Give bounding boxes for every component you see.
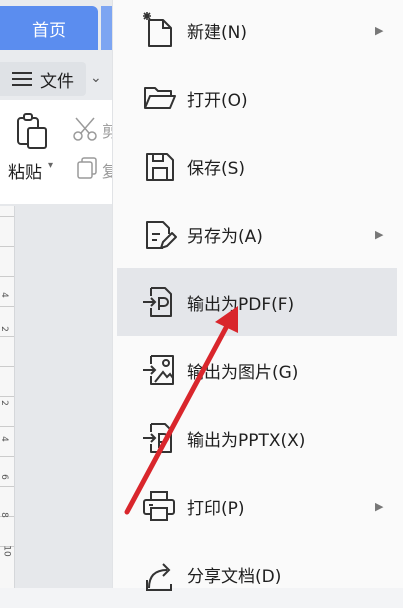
tab-partial[interactable] [101,6,112,50]
save-as-icon [146,221,177,249]
paste-button[interactable]: 粘贴 [8,158,42,183]
ruler-tick: 6 [0,474,9,480]
menu-item-label: 另存为(A) [187,226,263,247]
export-pptx-icon [143,423,172,453]
ruler-tick: 4 [0,292,9,298]
chevron-right-icon: ▶ [375,499,384,513]
menu-item-label: 打印(P) [187,498,245,519]
ruler-tick: 4 [0,436,9,442]
new-file-icon [143,12,172,47]
menu-item-export-pptx[interactable]: 输出为PPTX(X) [117,404,397,472]
menu-item-export-image[interactable]: 输出为图片(G) [117,336,397,404]
save-icon [146,153,174,181]
printer-icon [143,491,175,521]
menu-item-label: 分享文档(D) [187,566,282,587]
vertical-ruler: 4 2 2 4 6 8 10 [0,206,15,588]
menu-item-open[interactable]: 打开(O) [117,64,397,132]
menu-item-label: 输出为PPTX(X) [187,430,306,451]
copy-icon[interactable] [76,156,98,180]
menu-item-new[interactable]: 新建(N) ▶ [117,0,397,64]
menu-item-label: 打开(O) [187,90,248,111]
paste-caret-icon[interactable]: ▾ [48,160,53,171]
tab-home[interactable]: 首页 [0,6,98,50]
hamburger-icon [12,72,32,86]
menu-item-save[interactable]: 保存(S) [117,132,397,200]
menu-item-label: 输出为图片(G) [187,362,299,383]
chevron-down-icon[interactable]: ⌄ [90,70,102,86]
scissors-icon[interactable] [72,116,98,142]
file-dropdown-menu: 新建(N) ▶ 打开(O) 保存(S) 另存为(A) ▶ 输出为PDF(F) 输… [112,0,403,591]
share-icon [146,563,172,591]
menu-item-export-pdf[interactable]: 输出为PDF(F) [117,268,397,336]
menu-item-print[interactable]: 打印(P) ▶ [117,472,397,540]
menu-item-share[interactable]: 分享文档(D) [117,540,397,608]
ruler-tick: 2 [0,326,9,332]
ruler-tick: 10 [1,545,12,557]
file-menu-label: 文件 [40,71,74,92]
menu-item-label: 保存(S) [187,158,246,179]
menu-item-label: 输出为PDF(F) [187,294,295,315]
export-image-icon [143,355,174,385]
paste-icon[interactable] [14,112,50,150]
file-menu-button[interactable]: 文件 [0,62,86,96]
export-pdf-icon [143,287,172,317]
chevron-right-icon: ▶ [375,227,384,241]
chevron-right-icon: ▶ [375,23,384,37]
menu-item-save-as[interactable]: 另存为(A) ▶ [117,200,397,268]
folder-open-icon [144,87,176,109]
document-area [0,204,112,588]
ruler-tick: 2 [0,400,9,406]
ruler-tick: 8 [0,512,9,518]
menu-item-label: 新建(N) [187,22,247,43]
